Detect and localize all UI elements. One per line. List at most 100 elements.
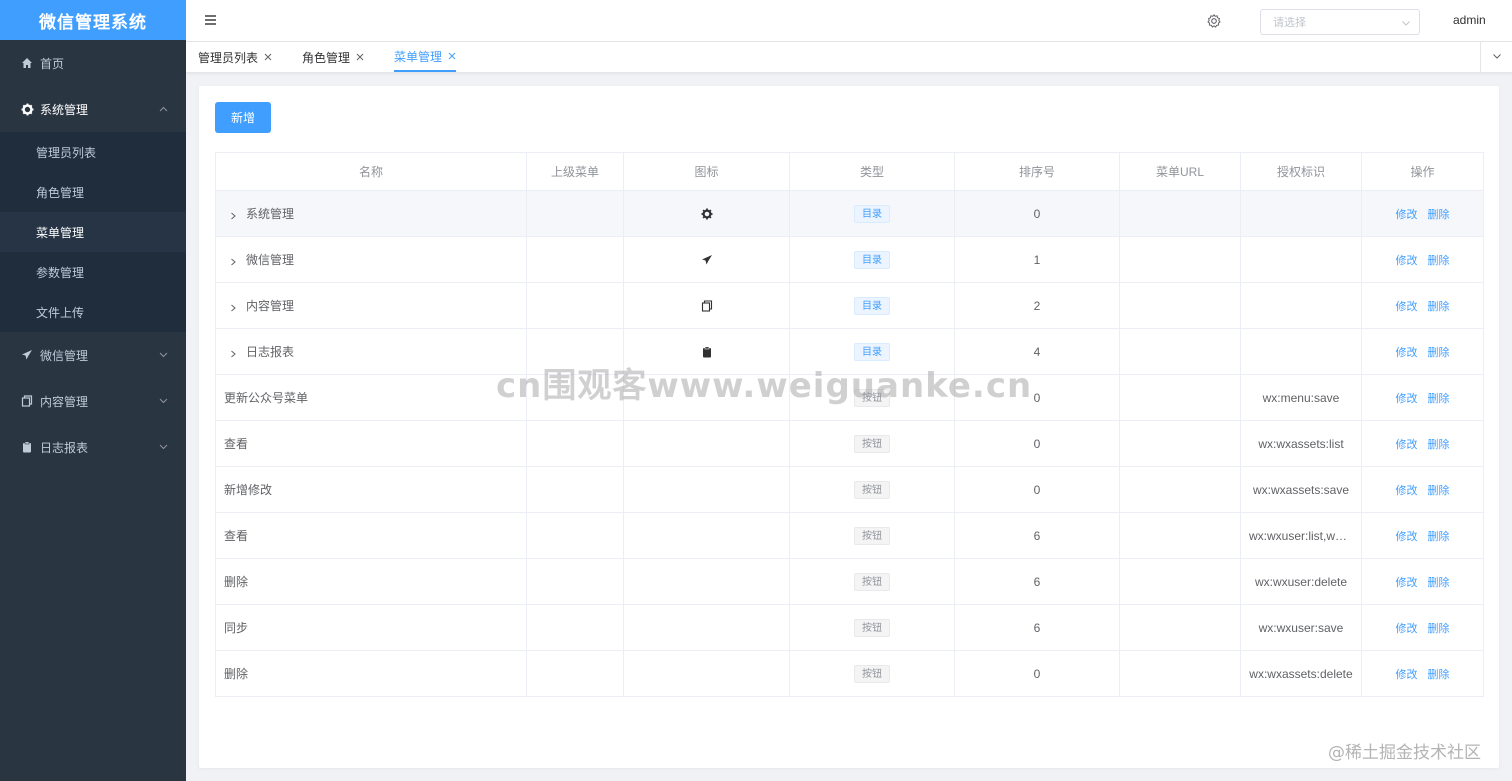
delete-link[interactable]: 删除 (1428, 531, 1450, 543)
cell-url (1119, 512, 1241, 559)
cell-perm (1240, 236, 1362, 283)
add-button[interactable]: 新增 (215, 102, 271, 133)
tab-menu[interactable]: 菜单管理 (394, 42, 457, 72)
edit-link[interactable]: 修改 (1396, 531, 1418, 543)
chevron-right-icon[interactable] (228, 256, 242, 266)
edit-link[interactable]: 修改 (1396, 301, 1418, 313)
hamburger-icon[interactable] (204, 13, 218, 27)
edit-link[interactable]: 修改 (1396, 209, 1418, 221)
sidebar-item-label: 内容管理 (40, 394, 89, 409)
settings-gear-icon[interactable] (1206, 13, 1222, 29)
cell-url (1119, 604, 1241, 651)
home-icon (20, 56, 34, 70)
sidebar-item-home[interactable]: 首页 (0, 40, 186, 86)
edit-link[interactable]: 修改 (1396, 347, 1418, 359)
cell-type: 按钮 (789, 650, 955, 697)
cell-parent (526, 282, 624, 329)
user-name[interactable]: admin (1453, 13, 1486, 27)
sidebar-item-role[interactable]: 角色管理 (0, 172, 186, 212)
chevron-right-icon[interactable] (228, 210, 242, 220)
sidebar-item-label: 系统管理 (40, 102, 89, 117)
copy-icon (20, 394, 34, 408)
sidebar-item-wechat[interactable]: 微信管理 (0, 332, 186, 378)
clipboard-icon (701, 346, 713, 358)
sidebar-item-admin-list[interactable]: 管理员列表 (0, 132, 186, 172)
chevron-right-icon[interactable] (228, 302, 242, 312)
sidebar-item-system[interactable]: 系统管理 (0, 86, 186, 132)
cell-url (1119, 282, 1241, 329)
cell-name: 微信管理 (215, 236, 527, 283)
delete-link[interactable]: 删除 (1428, 439, 1450, 451)
chevron-down-icon (158, 350, 168, 360)
chevron-down-icon (1492, 50, 1502, 64)
type-tag: 目录 (854, 250, 890, 269)
sidebar-item-upload[interactable]: 文件上传 (0, 292, 186, 332)
column-header: 操作 (1361, 152, 1484, 191)
table-row[interactable]: 新增修改 按钮 0 wx:wxassets:save 修改 删除 (215, 466, 1484, 513)
cell-icon (623, 604, 790, 651)
edit-link[interactable]: 修改 (1396, 669, 1418, 681)
cell-type: 按钮 (789, 604, 955, 651)
chevron-down-icon (158, 442, 168, 452)
sidebar-item-log[interactable]: 日志报表 (0, 424, 186, 470)
cell-name: 查看 (215, 420, 527, 467)
cell-icon (623, 512, 790, 559)
tab-label: 角色管理 (302, 50, 351, 65)
sidebar-item-params[interactable]: 参数管理 (0, 252, 186, 292)
cell-url (1119, 420, 1241, 467)
cell-type: 按钮 (789, 466, 955, 513)
sidebar-item-menu[interactable]: 菜单管理 (0, 212, 186, 252)
menu-name: 新增修改 (224, 483, 273, 497)
close-icon[interactable] (448, 52, 456, 60)
paper-plane-icon (701, 254, 713, 266)
edit-link[interactable]: 修改 (1396, 485, 1418, 497)
delete-link[interactable]: 删除 (1428, 347, 1450, 359)
sidebar-item-label: 日志报表 (40, 440, 89, 455)
table-row[interactable]: 微信管理 目录 1 修改 删除 (215, 236, 1484, 283)
tabs-more-button[interactable] (1480, 42, 1512, 72)
delete-link[interactable]: 删除 (1428, 669, 1450, 681)
header-select[interactable]: 请选择 (1260, 9, 1420, 35)
chevron-right-icon[interactable] (228, 348, 242, 358)
tab-admin-list[interactable]: 管理员列表 (198, 42, 272, 72)
cell-type: 按钮 (789, 512, 955, 559)
edit-link[interactable]: 修改 (1396, 255, 1418, 267)
column-header: 授权标识 (1240, 152, 1362, 191)
tab-role[interactable]: 角色管理 (302, 42, 364, 72)
type-tag: 目录 (854, 204, 890, 223)
sidebar-item-content[interactable]: 内容管理 (0, 378, 186, 424)
table-row[interactable]: 系统管理 目录 0 修改 删除 (215, 190, 1484, 237)
close-icon[interactable] (356, 53, 364, 61)
menu-table: 名称 上级菜单 图标 类型 排序号 菜单URL 授权标识 操作 系统管理 目录 0 修… (215, 152, 1484, 697)
edit-link[interactable]: 修改 (1396, 393, 1418, 405)
delete-link[interactable]: 删除 (1428, 393, 1450, 405)
footer-watermark: @稀土掘金技术社区 (1328, 743, 1481, 763)
delete-link[interactable]: 删除 (1428, 485, 1450, 497)
cell-url (1119, 650, 1241, 697)
select-placeholder: 请选择 (1273, 17, 1306, 29)
delete-link[interactable]: 删除 (1428, 623, 1450, 635)
table-row[interactable]: 内容管理 目录 2 修改 删除 (215, 282, 1484, 329)
edit-link[interactable]: 修改 (1396, 439, 1418, 451)
delete-link[interactable]: 删除 (1428, 577, 1450, 589)
table-row[interactable]: 删除 按钮 6 wx:wxuser:delete 修改 删除 (215, 558, 1484, 605)
table-row[interactable]: 查看 按钮 0 wx:wxassets:list 修改 删除 (215, 420, 1484, 467)
edit-link[interactable]: 修改 (1396, 577, 1418, 589)
type-tag: 按钮 (854, 664, 890, 683)
column-header: 名称 (215, 152, 527, 191)
delete-link[interactable]: 删除 (1428, 209, 1450, 221)
gear-icon (701, 208, 713, 220)
sidebar-item-label: 微信管理 (40, 348, 89, 363)
table-row[interactable]: 查看 按钮 6 wx:wxuser:list,wx:... 修改 删除 (215, 512, 1484, 559)
delete-link[interactable]: 删除 (1428, 255, 1450, 267)
type-tag: 按钮 (854, 572, 890, 591)
table-row[interactable]: 同步 按钮 6 wx:wxuser:save 修改 删除 (215, 604, 1484, 651)
cell-parent (526, 512, 624, 559)
cell-perm: wx:menu:save (1240, 374, 1362, 421)
close-icon[interactable] (264, 53, 272, 61)
edit-link[interactable]: 修改 (1396, 623, 1418, 635)
delete-link[interactable]: 删除 (1428, 301, 1450, 313)
table-row[interactable]: 删除 按钮 0 wx:wxassets:delete 修改 删除 (215, 650, 1484, 697)
cell-actions: 修改 删除 (1361, 512, 1484, 559)
cell-parent (526, 466, 624, 513)
